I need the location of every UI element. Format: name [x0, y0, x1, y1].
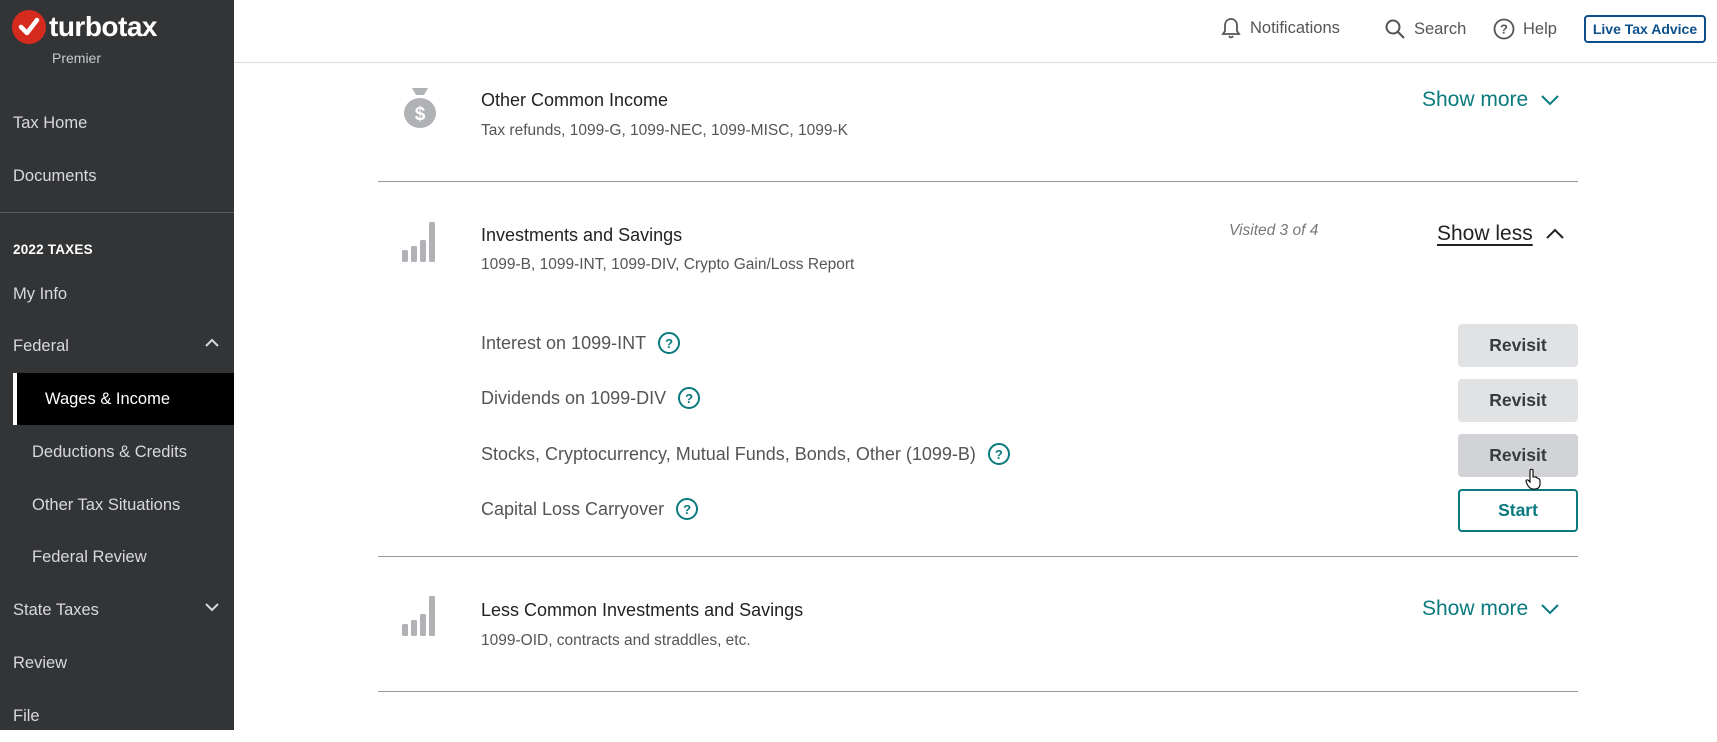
svg-text:$: $: [415, 104, 426, 125]
help-button[interactable]: ? Help: [1493, 18, 1557, 40]
revisit-button[interactable]: Revisit: [1458, 324, 1578, 367]
toggle-label: Show less: [1437, 222, 1533, 245]
sidebar-item-label: Wages & Income: [45, 389, 171, 408]
chevron-up-icon: [1546, 228, 1564, 239]
live-tax-advice-button[interactable]: Live Tax Advice: [1584, 15, 1706, 43]
show-more-button[interactable]: Show more: [1422, 597, 1560, 621]
bar-chart-icon: [402, 596, 435, 636]
show-less-button[interactable]: Show less: [1437, 222, 1565, 246]
money-bag-icon: $: [404, 88, 436, 128]
svg-text:?: ?: [1500, 22, 1508, 37]
sidebar-item-state-taxes[interactable]: State Taxes: [0, 584, 234, 636]
row-label: Capital Loss Carryover: [481, 498, 665, 519]
list-item-stocks-1099-b: Stocks, Cryptocurrency, Mutual Funds, Bo…: [481, 443, 1010, 465]
chevron-down-icon: [1541, 95, 1559, 106]
sidebar-item-federal[interactable]: Federal: [0, 320, 234, 372]
sidebar-item-deductions-credits[interactable]: Deductions & Credits: [0, 426, 234, 478]
help-label: Help: [1523, 19, 1557, 38]
turbotax-logo[interactable]: turbotax: [12, 10, 158, 44]
edition-label: Premier: [52, 50, 102, 66]
help-circle-icon: ?: [1493, 18, 1515, 40]
sidebar-item-label: Documents: [13, 166, 97, 185]
search-icon: [1385, 19, 1405, 39]
help-question-icon[interactable]: ?: [658, 332, 681, 354]
row-label: Dividends on 1099-DIV: [481, 387, 667, 408]
revisit-button[interactable]: Revisit: [1458, 434, 1578, 477]
row-label: Stocks, Cryptocurrency, Mutual Funds, Bo…: [481, 443, 976, 464]
help-question-icon[interactable]: ?: [678, 387, 701, 409]
list-item-capital-loss-carryover: Capital Loss Carryover ?: [481, 498, 699, 520]
sidebar-item-other-tax-situations[interactable]: Other Tax Situations: [0, 479, 234, 531]
visited-progress-text: Visited 3 of 4: [1229, 222, 1319, 239]
sidebar-item-label: Review: [13, 653, 68, 672]
sidebar-item-label: File: [13, 706, 40, 725]
row-label: Interest on 1099-INT: [481, 332, 647, 353]
search-button[interactable]: Search: [1384, 18, 1466, 40]
sidebar-item-label: Deductions & Credits: [32, 442, 187, 461]
revisit-button[interactable]: Revisit: [1458, 379, 1578, 422]
section-divider: [378, 556, 1578, 557]
chevron-down-icon: [205, 603, 219, 612]
sidebar-item-label: Federal Review: [32, 547, 147, 566]
chevron-up-icon: [205, 338, 219, 347]
bar-chart-icon: [402, 222, 435, 262]
section-divider: [378, 181, 1578, 182]
list-item-interest-1099-int: Interest on 1099-INT ?: [481, 332, 681, 354]
sidebar-item-file[interactable]: File: [0, 690, 234, 742]
toggle-label: Show more: [1422, 88, 1529, 111]
start-button[interactable]: Start: [1458, 489, 1578, 532]
help-question-icon[interactable]: ?: [676, 498, 699, 520]
show-more-button[interactable]: Show more: [1422, 88, 1560, 112]
sidebar-item-label: Federal: [13, 336, 69, 355]
section-subtitle: 1099-B, 1099-INT, 1099-DIV, Crypto Gain/…: [481, 256, 855, 273]
search-label: Search: [1414, 19, 1467, 38]
sidebar-divider: [0, 212, 234, 213]
notifications-label: Notifications: [1250, 18, 1340, 37]
sidebar-item-label: State Taxes: [13, 600, 99, 619]
notifications-button[interactable]: Notifications: [1220, 16, 1340, 40]
section-title: Investments and Savings: [481, 225, 683, 245]
chevron-down-icon: [1541, 604, 1559, 615]
list-item-dividends-1099-div: Dividends on 1099-DIV ?: [481, 387, 701, 409]
sidebar-item-label: My Info: [13, 284, 68, 303]
hand-cursor-icon: [1525, 468, 1541, 490]
section-subtitle: 1099-OID, contracts and straddles, etc.: [481, 632, 751, 649]
checkmark-logo-icon: [12, 10, 46, 44]
sidebar-item-review[interactable]: Review: [0, 637, 234, 689]
sidebar: turbotax Premier Tax Home Documents 2022…: [0, 0, 234, 730]
toggle-label: Show more: [1422, 597, 1529, 620]
sidebar-item-federal-review[interactable]: Federal Review: [0, 531, 234, 583]
sidebar-item-label: Other Tax Situations: [32, 495, 181, 514]
section-title: Less Common Investments and Savings: [481, 600, 804, 620]
section-subtitle: Tax refunds, 1099-G, 1099-NEC, 1099-MISC…: [481, 122, 849, 139]
section-divider: [378, 691, 1578, 692]
bell-icon: [1221, 18, 1241, 39]
help-question-icon[interactable]: ?: [987, 443, 1010, 465]
sidebar-item-my-info[interactable]: My Info: [0, 268, 234, 320]
sidebar-item-wages-income[interactable]: Wages & Income: [13, 373, 234, 425]
section-title: Other Common Income: [481, 90, 669, 110]
sidebar-item-documents[interactable]: Documents: [0, 150, 234, 202]
brand-name: turbotax: [49, 11, 158, 42]
sidebar-item-tax-home[interactable]: Tax Home: [0, 97, 234, 149]
sidebar-section-heading: 2022 TAXES: [13, 242, 93, 257]
sidebar-item-label: Tax Home: [13, 113, 88, 132]
